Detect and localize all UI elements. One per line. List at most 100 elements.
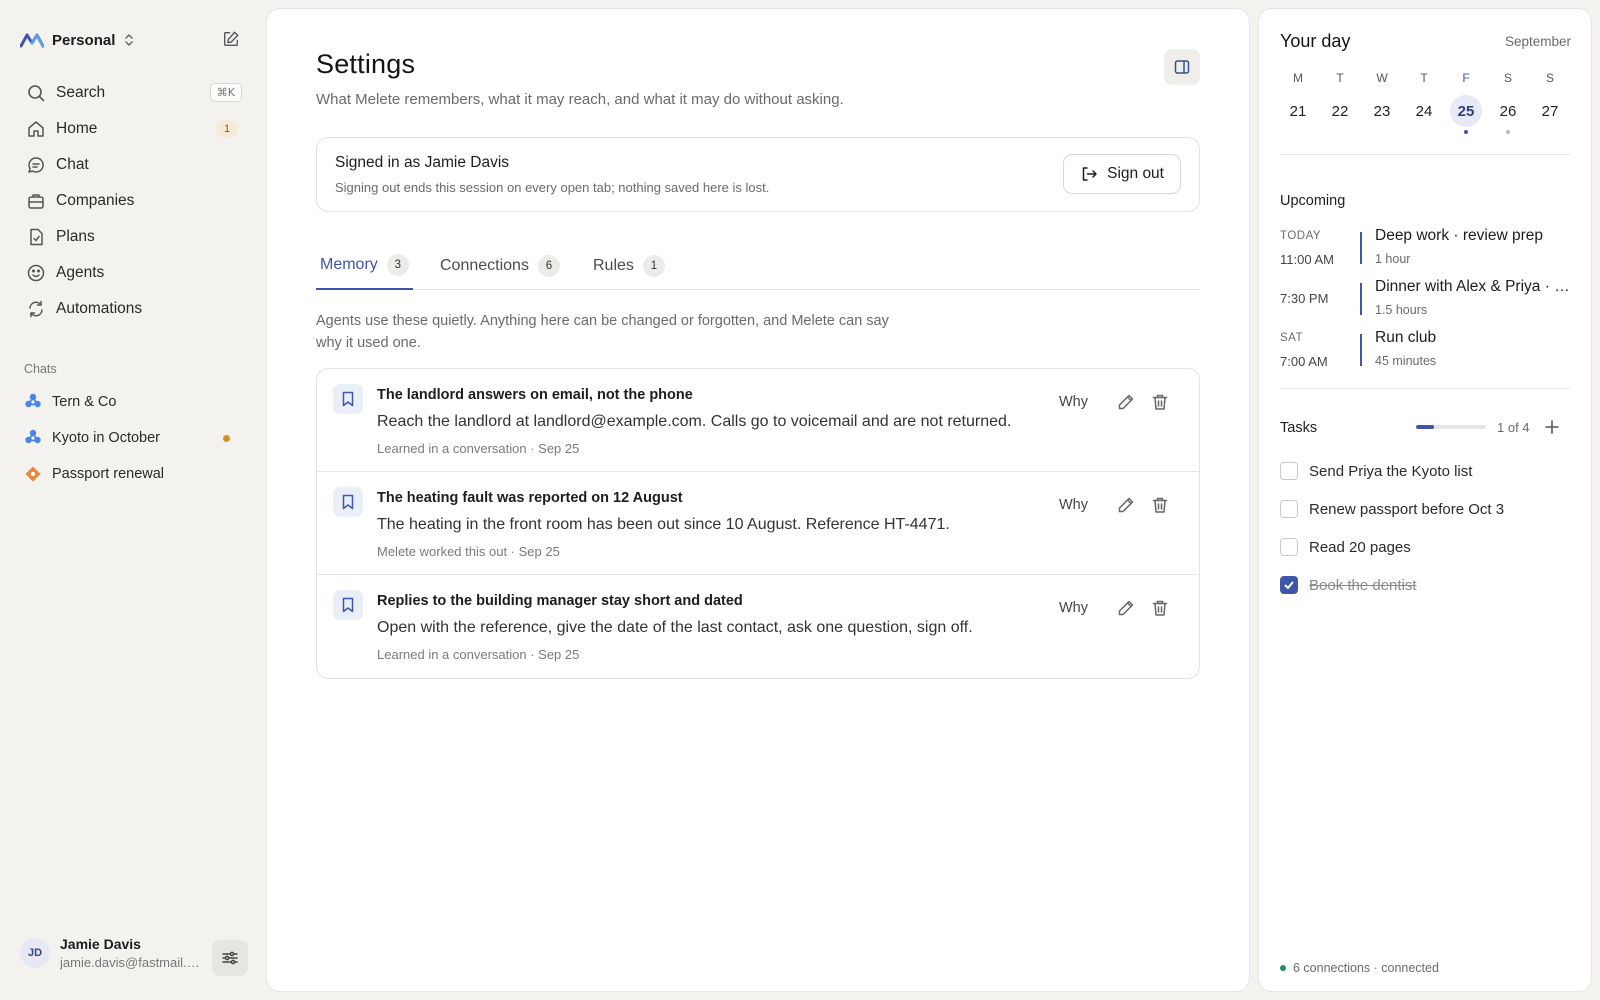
event-bar — [1360, 334, 1362, 366]
memory-body: The heating in the front room has been o… — [377, 516, 950, 533]
trash-icon[interactable] — [1151, 393, 1169, 411]
memory-meta: Learned in a conversation · Sep 25 — [377, 441, 580, 456]
memory-body: Open with the reference, give the date o… — [377, 619, 973, 636]
calendar-day-today: F 25 — [1445, 71, 1487, 134]
memory-meta: Melete worked this out · Sep 25 — [377, 544, 560, 559]
notification-badge: 1 — [216, 120, 238, 138]
sidebar: Personal Search ⌘K Home 1 Chat Companies… — [0, 0, 266, 1000]
workspace-switcher[interactable]: Personal — [20, 28, 135, 52]
task-checkbox[interactable] — [1280, 500, 1298, 518]
sidebar-nav: Search ⌘K Home 1 Chat Companies Plans Ag… — [16, 75, 250, 327]
check-icon — [1284, 581, 1294, 589]
session-subtitle: Signing out ends this session on every o… — [335, 180, 770, 195]
task-item[interactable]: Book the dentist — [1280, 573, 1570, 597]
session-card: Signed in as Jamie Davis Signing out end… — [316, 137, 1200, 212]
task-item[interactable]: Renew passport before Oct 3 — [1280, 497, 1570, 521]
tasks-count: 1 of 4 — [1497, 420, 1530, 435]
day-number[interactable]: 26 — [1492, 95, 1524, 127]
task-checkbox[interactable] — [1280, 538, 1298, 556]
sidebar-item-label: Chat — [56, 156, 89, 173]
preferences-button[interactable] — [212, 940, 248, 976]
user-name: Jamie Davis — [60, 936, 141, 952]
chat-item-tern-co[interactable]: Tern & Co — [16, 384, 250, 420]
sidebar-item-search[interactable]: Search ⌘K — [16, 75, 250, 111]
why-button[interactable]: Why — [1059, 497, 1088, 513]
sidebar-item-plans[interactable]: Plans — [16, 219, 250, 255]
task-checkbox-checked[interactable] — [1280, 576, 1298, 594]
pencil-icon[interactable] — [1117, 393, 1135, 411]
tab-connections[interactable]: Connections 6 — [440, 242, 560, 290]
bookmark-icon — [333, 590, 363, 620]
memory-meta: Learned in a conversation · Sep 25 — [377, 647, 580, 662]
sign-out-button[interactable]: Sign out — [1063, 154, 1181, 194]
settings-tabs: Memory 3 Connections 6 Rules 1 — [316, 242, 1200, 290]
bookmark-icon — [333, 384, 363, 414]
weekday-letter: W — [1376, 71, 1388, 85]
sidebar-item-label: Home — [56, 120, 98, 137]
why-button[interactable]: Why — [1059, 394, 1088, 410]
day-number[interactable]: 22 — [1324, 95, 1356, 127]
task-item[interactable]: Read 20 pages — [1280, 535, 1570, 559]
sidebar-item-label: Companies — [56, 192, 135, 209]
task-checkbox[interactable] — [1280, 462, 1298, 480]
bookmark-icon — [333, 487, 363, 517]
settings-panel: Settings What Melete remembers, what it … — [266, 8, 1250, 992]
sidebar-item-automations[interactable]: Automations — [16, 291, 250, 327]
chat-agent-icon — [25, 466, 41, 482]
toggle-right-panel-button[interactable] — [1164, 49, 1200, 85]
calendar-day: S 27 — [1529, 71, 1571, 134]
chat-label: Passport renewal — [52, 466, 165, 482]
memory-intro: Agents use these quietly. Anything here … — [316, 313, 889, 351]
chat-agent-icon — [25, 429, 41, 444]
day-number[interactable]: 23 — [1366, 95, 1398, 127]
event-time: 7:30 PM — [1280, 291, 1329, 306]
divider — [1280, 388, 1570, 389]
day-number[interactable]: 21 — [1282, 95, 1314, 127]
task-label: Renew passport before Oct 3 — [1309, 500, 1505, 518]
pencil-icon[interactable] — [1117, 599, 1135, 617]
tasks-progress-fill — [1416, 425, 1434, 429]
sidebar-item-companies[interactable]: Companies — [16, 183, 250, 219]
sidebar-item-chat[interactable]: Chat — [16, 147, 250, 183]
event-title: Run club — [1375, 329, 1437, 346]
event-item[interactable]: SAT 7:00 AM Run club 45 minutes — [1280, 329, 1570, 370]
status-dot — [1280, 965, 1286, 971]
weekday-letter: F — [1462, 71, 1470, 85]
smiley-icon — [27, 264, 45, 282]
event-title: Deep work · review prep — [1375, 227, 1543, 244]
tab-memory[interactable]: Memory 3 — [316, 242, 413, 290]
sidebar-item-agents[interactable]: Agents — [16, 255, 250, 291]
avatar: JD — [20, 938, 50, 968]
your-day-panel: Your day September M 21 T 22 W 23 T 24 F 25 S… — [1258, 8, 1592, 992]
pencil-icon[interactable] — [1117, 496, 1135, 514]
memory-title: The landlord answers on email, not the p… — [377, 387, 693, 403]
event-item[interactable]: 7:30 PM Dinner with Alex & Priya · Ramen… — [1280, 278, 1570, 319]
task-item[interactable]: Send Priya the Kyoto list — [1280, 459, 1570, 483]
why-button[interactable]: Why — [1059, 600, 1088, 616]
user-profile[interactable]: JD Jamie Davis jamie.davis@fastmail.com — [20, 936, 200, 970]
compose-icon[interactable] — [222, 30, 240, 48]
list-item: The landlord answers on email, not the p… — [317, 369, 1199, 472]
calendar-day: W 23 — [1361, 71, 1403, 134]
divider — [1280, 154, 1570, 155]
event-item[interactable]: TODAY 11:00 AM Deep work · review prep 1… — [1280, 227, 1570, 268]
trash-icon[interactable] — [1151, 496, 1169, 514]
chevron-up-down-icon — [125, 34, 134, 46]
tab-rules[interactable]: Rules 1 — [593, 242, 665, 290]
user-email: jamie.davis@fastmail.com — [60, 955, 200, 970]
event-duration: 1 hour — [1375, 252, 1411, 266]
sidebar-item-label: Agents — [56, 264, 105, 281]
chat-item-passport-renewal[interactable]: Passport renewal — [16, 456, 250, 492]
sign-out-icon — [1082, 167, 1097, 181]
day-number[interactable]: 25 — [1450, 95, 1482, 127]
weekday-letter: T — [1420, 71, 1428, 85]
panel-title: Your day — [1280, 31, 1351, 51]
day-number[interactable]: 27 — [1534, 95, 1566, 127]
sidebar-item-home[interactable]: Home 1 — [16, 111, 250, 147]
plus-icon[interactable] — [1543, 418, 1561, 436]
chat-agent-icon — [25, 393, 41, 408]
chat-item-kyoto-in-october[interactable]: Kyoto in October — [16, 420, 250, 456]
day-number[interactable]: 24 — [1408, 95, 1440, 127]
chat-bubble-icon — [28, 157, 44, 173]
trash-icon[interactable] — [1151, 599, 1169, 617]
